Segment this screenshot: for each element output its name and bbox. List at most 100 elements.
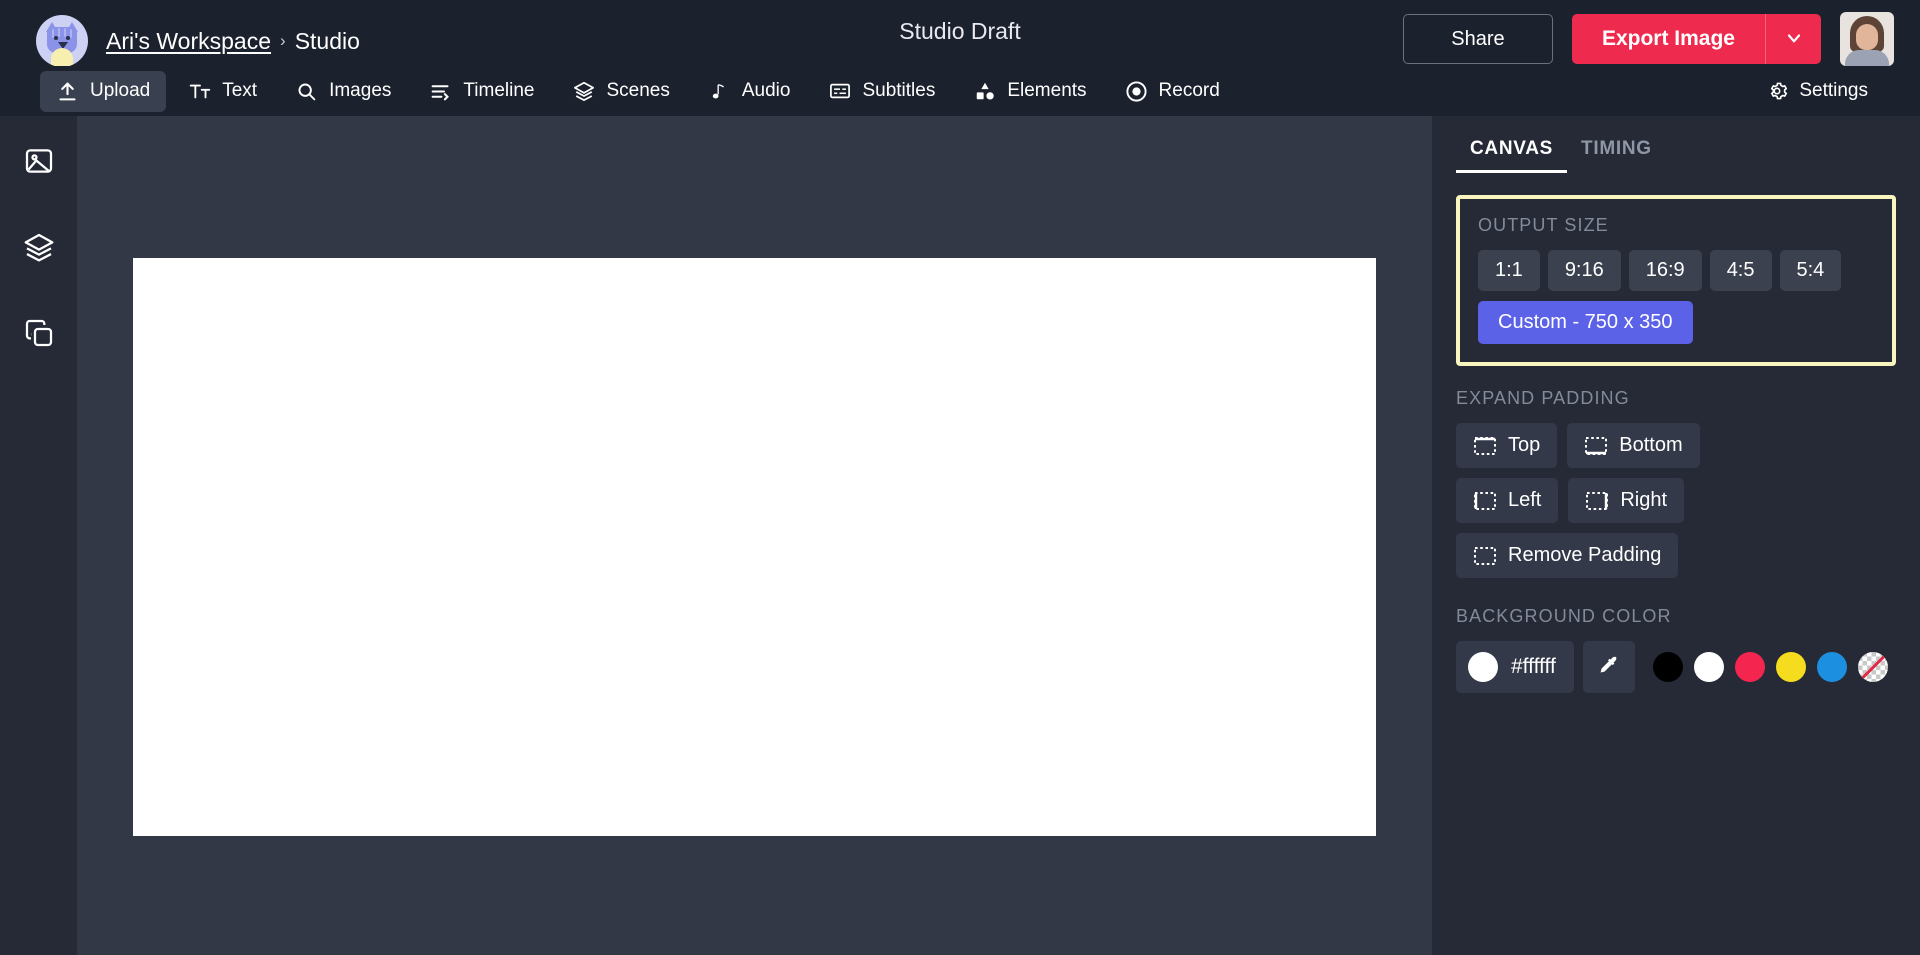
padding-row-2: Left Right [1456, 478, 1896, 523]
padding-bottom-button[interactable]: Bottom [1567, 423, 1699, 468]
studio-app: Ari's Workspace › Studio Studio Draft Sh… [0, 0, 1920, 955]
tool-text[interactable]: Text [172, 71, 273, 112]
padding-top-icon [1473, 435, 1497, 457]
properties-panel: CANVAS TIMING OUTPUT SIZE 1:1 9:16 16:9 … [1432, 116, 1920, 955]
tab-timing[interactable]: TIMING [1567, 138, 1666, 173]
rail-item-media[interactable] [22, 146, 56, 180]
record-icon [1125, 80, 1148, 103]
output-size-section: OUTPUT SIZE 1:1 9:16 16:9 4:5 5:4 Custom… [1456, 195, 1896, 366]
preset-swatch-row [1653, 652, 1888, 682]
padding-bottom-icon [1584, 435, 1608, 457]
tab-canvas[interactable]: CANVAS [1456, 138, 1567, 173]
tool-label: Upload [90, 80, 150, 102]
expand-padding-label: EXPAND PADDING [1456, 388, 1896, 409]
tool-settings[interactable]: Settings [1749, 71, 1884, 112]
tool-label: Audio [742, 80, 791, 102]
tool-record[interactable]: Record [1109, 71, 1236, 112]
timeline-icon [429, 80, 452, 103]
left-rail [0, 116, 77, 955]
tool-elements[interactable]: Elements [957, 71, 1102, 112]
swatch-red[interactable] [1735, 652, 1765, 682]
breadcrumb: Ari's Workspace › Studio [106, 28, 360, 55]
rail-item-layers[interactable] [22, 232, 56, 266]
padding-right-icon [1585, 490, 1609, 512]
tool-timeline[interactable]: Timeline [413, 71, 550, 112]
swatch-yellow[interactable] [1776, 652, 1806, 682]
tool-label: Record [1159, 80, 1220, 102]
padding-button-label: Remove Padding [1508, 544, 1661, 567]
gear-icon [1765, 80, 1788, 103]
duplicate-icon [23, 317, 55, 354]
padding-row-3: Remove Padding [1456, 533, 1896, 578]
breadcrumb-separator-icon: › [280, 31, 286, 51]
header-actions: Share Export Image [1403, 12, 1894, 66]
tool-label: Elements [1007, 80, 1086, 102]
ratio-16-9[interactable]: 16:9 [1629, 250, 1702, 291]
padding-remove-icon [1473, 545, 1497, 567]
output-size-label: OUTPUT SIZE [1478, 215, 1874, 236]
background-color-label: BACKGROUND COLOR [1456, 606, 1896, 627]
padding-top-button[interactable]: Top [1456, 423, 1557, 468]
rail-item-duplicate[interactable] [22, 318, 56, 352]
padding-button-label: Top [1508, 434, 1540, 457]
breadcrumb-section[interactable]: Studio [295, 28, 360, 55]
hex-value-text: #ffffff [1511, 655, 1556, 679]
tool-label: Images [329, 80, 391, 102]
padding-button-label: Bottom [1619, 434, 1682, 457]
aspect-ratio-row: 1:1 9:16 16:9 4:5 5:4 [1478, 250, 1874, 291]
export-dropdown-button[interactable] [1765, 14, 1821, 64]
panel-tabs: CANVAS TIMING [1432, 116, 1920, 173]
padding-left-button[interactable]: Left [1456, 478, 1558, 523]
expand-padding-section: EXPAND PADDING Top Bottom [1456, 388, 1896, 578]
ratio-5-4[interactable]: 5:4 [1780, 250, 1842, 291]
music-note-icon [708, 80, 731, 103]
tool-label: Settings [1799, 80, 1868, 102]
canvas-artboard[interactable] [133, 258, 1376, 836]
ratio-9-16[interactable]: 9:16 [1548, 250, 1621, 291]
padding-button-label: Left [1508, 489, 1541, 512]
chevron-down-icon [1784, 28, 1804, 51]
share-button[interactable]: Share [1403, 14, 1553, 64]
tool-label: Text [222, 80, 257, 102]
tool-label: Scenes [606, 80, 669, 102]
tool-scenes[interactable]: Scenes [556, 71, 685, 112]
ratio-4-5[interactable]: 4:5 [1710, 250, 1772, 291]
custom-size-button[interactable]: Custom - 750 x 350 [1478, 301, 1693, 344]
eyedropper-icon [1597, 654, 1621, 681]
tool-images[interactable]: Images [279, 71, 407, 112]
upload-icon [56, 80, 79, 103]
swatch-blue[interactable] [1817, 652, 1847, 682]
current-color-swatch [1468, 652, 1498, 682]
swatch-black[interactable] [1653, 652, 1683, 682]
background-color-section: BACKGROUND COLOR #ffffff [1456, 606, 1896, 693]
cat-avatar-logo[interactable] [36, 15, 88, 67]
padding-button-label: Right [1620, 489, 1667, 512]
hex-color-field[interactable]: #ffffff [1456, 641, 1574, 693]
breadcrumb-workspace[interactable]: Ari's Workspace [106, 28, 271, 55]
main-toolbar: Upload Text Images Timeline Scenes [0, 66, 1920, 116]
swatch-white[interactable] [1694, 652, 1724, 682]
brand-block: Ari's Workspace › Studio [0, 15, 360, 67]
export-image-button[interactable]: Export Image [1572, 14, 1765, 64]
canvas-stage[interactable] [77, 116, 1432, 955]
eyedropper-button[interactable] [1583, 641, 1635, 693]
tool-upload[interactable]: Upload [40, 71, 166, 112]
padding-right-button[interactable]: Right [1568, 478, 1684, 523]
tool-audio[interactable]: Audio [692, 71, 807, 112]
tool-label: Timeline [463, 80, 534, 102]
layers-icon [572, 80, 595, 103]
image-icon [23, 145, 55, 182]
search-icon [295, 80, 318, 103]
padding-row-1: Top Bottom [1456, 423, 1896, 468]
text-icon [188, 80, 211, 103]
shapes-icon [973, 80, 996, 103]
ratio-1-1[interactable]: 1:1 [1478, 250, 1540, 291]
avatar[interactable] [1840, 12, 1894, 66]
padding-left-icon [1473, 490, 1497, 512]
swatch-transparent[interactable] [1858, 652, 1888, 682]
tool-subtitles[interactable]: Subtitles [812, 71, 951, 112]
export-button-group: Export Image [1572, 14, 1821, 64]
remove-padding-button[interactable]: Remove Padding [1456, 533, 1678, 578]
layers-icon [23, 231, 55, 268]
tool-label: Subtitles [862, 80, 935, 102]
